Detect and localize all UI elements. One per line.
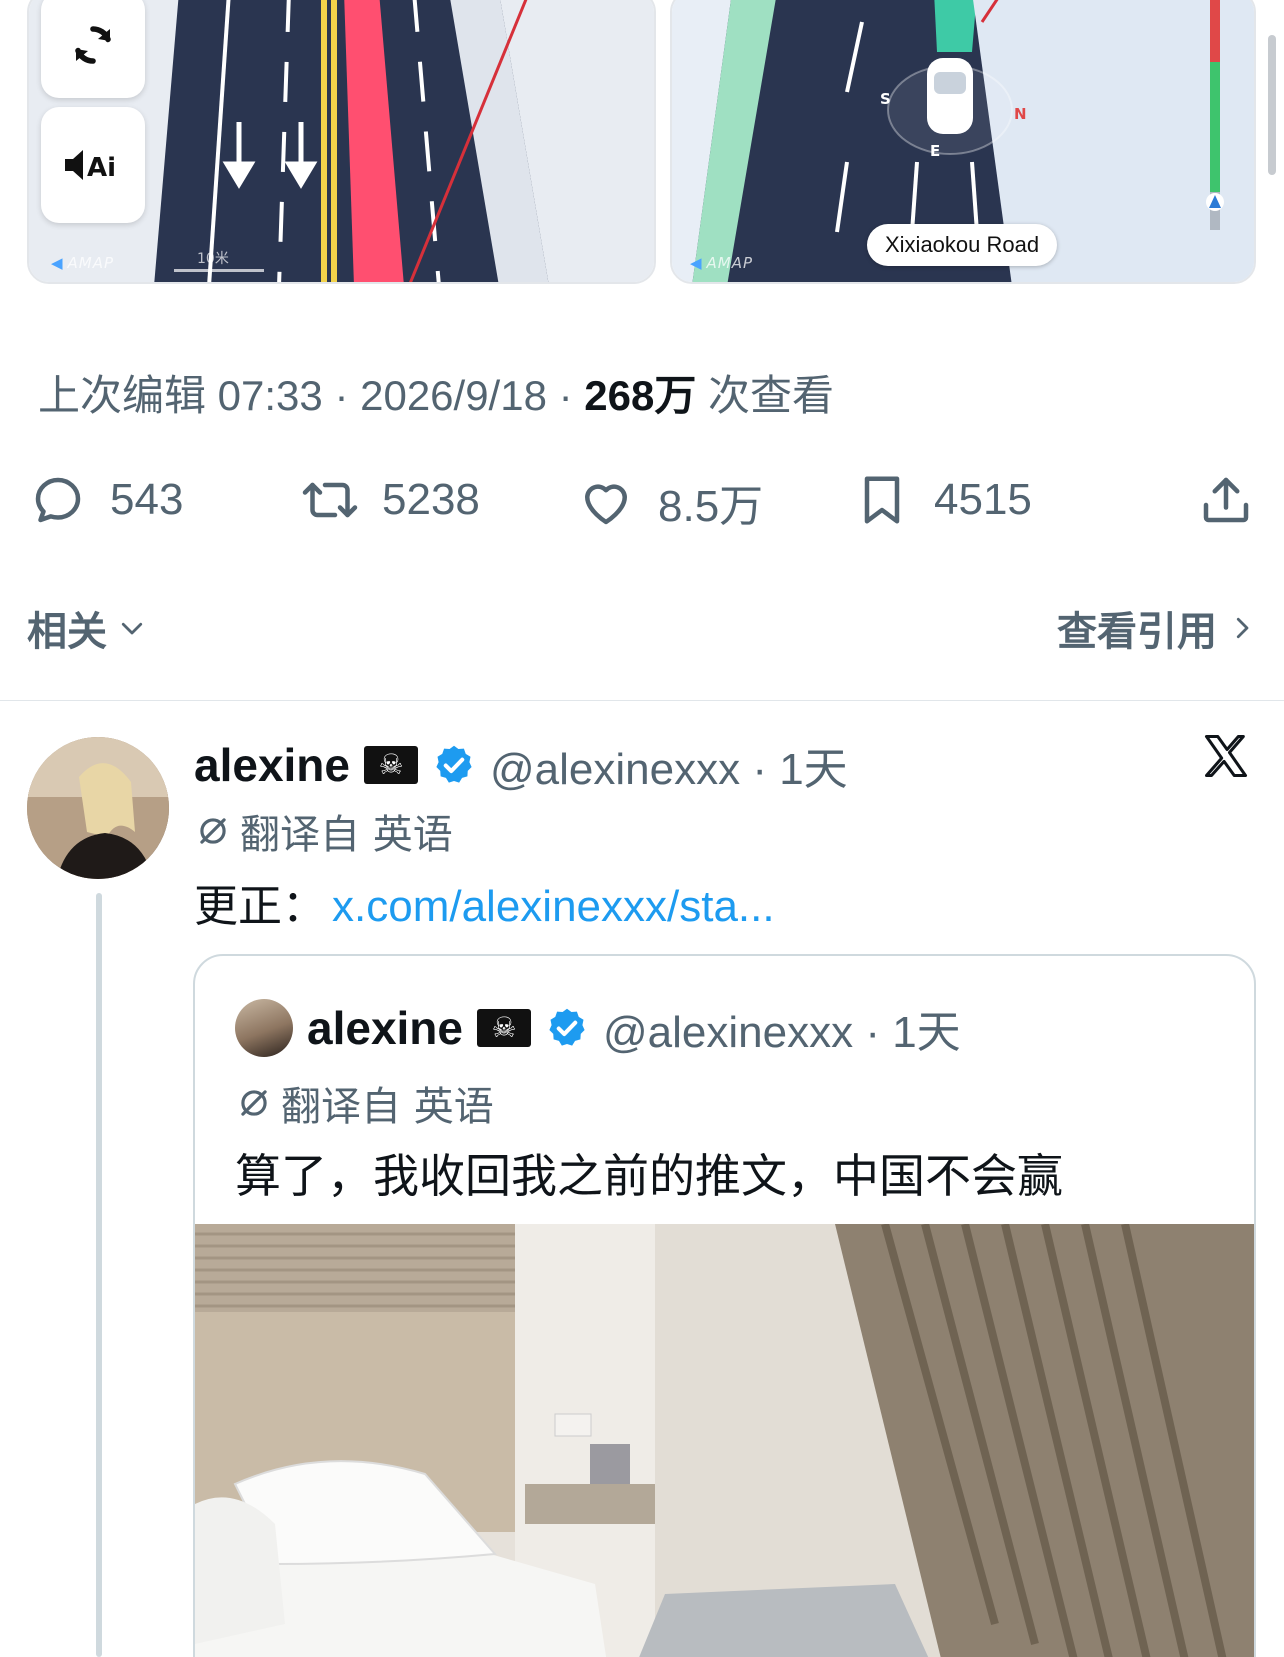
map-refresh-button[interactable]: [41, 0, 145, 98]
like-count: 8.5万: [658, 482, 764, 531]
tweet-text-prefix: 更正：: [194, 881, 326, 932]
reply-button[interactable]: 543: [28, 470, 183, 530]
retweet-count: 5238: [382, 475, 480, 524]
reply-icon: [35, 477, 81, 523]
map-scale-label: 10米: [197, 251, 229, 267]
retweet-icon: [302, 482, 358, 518]
map-panel-right: S N E ◀ AMAP Xixiaokou Road: [670, 0, 1256, 284]
bookmark-count: 4515: [934, 475, 1032, 524]
quoted-translated-text: 翻译自 英语: [281, 1084, 494, 1130]
thread-line: [96, 893, 102, 1657]
refresh-icon: [75, 26, 111, 64]
translate-icon: [200, 818, 226, 844]
scrollbar[interactable]: [1268, 35, 1276, 175]
edited-timestamp[interactable]: 上次编辑 07:33 · 2026/9/18 ·: [38, 372, 573, 419]
svg-text:Ai: Ai: [87, 153, 116, 183]
bookmark-button[interactable]: 4515: [852, 470, 1032, 530]
quoted-display-name: alexine: [307, 1002, 463, 1054]
translated-text: 翻译自 英语: [240, 812, 453, 858]
display-name[interactable]: alexine: [194, 738, 350, 792]
chevron-right-icon: [1236, 617, 1249, 639]
avatar[interactable]: [27, 737, 169, 879]
quoted-handle-and-time: @alexinexxx · 1天: [603, 1008, 961, 1057]
handle-and-time[interactable]: @alexinexxx · 1天: [490, 733, 848, 797]
reply-count: 543: [110, 475, 184, 524]
views-suffix: 次查看: [708, 372, 835, 419]
views-count: 268万: [584, 372, 697, 419]
map-panel-left: Ai ◀ AMAP 10米: [27, 0, 656, 284]
quoted-translated-label[interactable]: 翻译自 英语: [235, 1074, 494, 1132]
quoted-avatar: [235, 999, 293, 1057]
quoted-tweet-text: 算了，我收回我之前的推文，中国不会赢: [235, 1149, 1063, 1203]
amap-logo: ◀ AMAP: [51, 254, 115, 272]
related-label: 相关: [27, 609, 107, 655]
tweet-meta: 上次编辑 07:33 · 2026/9/18 · 268万 次查看: [38, 362, 834, 423]
chevron-down-icon: [121, 622, 143, 635]
voice-ai-icon: Ai: [65, 150, 116, 183]
compass-n: N: [1014, 105, 1027, 123]
view-quotes-label: 查看引用: [1057, 609, 1217, 655]
like-button[interactable]: 8.5万: [576, 470, 763, 534]
quoted-tweet-header: alexine ☠ @alexinexxx · 1天: [235, 996, 961, 1060]
translated-label[interactable]: 翻译自 英语: [194, 802, 453, 860]
translate-icon: [241, 1090, 267, 1116]
related-dropdown[interactable]: 相关: [27, 599, 147, 657]
retweet-button[interactable]: 5238: [300, 470, 480, 530]
road-name-pill: Xixiaokou Road: [867, 224, 1058, 266]
tweet-link[interactable]: x.com/alexinexxx/sta...: [332, 882, 775, 931]
compass-e: E: [930, 142, 940, 160]
quoted-tweet-photo[interactable]: [195, 1224, 1256, 1657]
map-scale-bar: [174, 269, 264, 272]
pirate-flag-icon: ☠: [364, 746, 418, 784]
divider: [0, 700, 1284, 701]
quoted-tweet-card[interactable]: alexine ☠ @alexinexxx · 1天 翻译自 英语 算了，我收回…: [193, 954, 1256, 1657]
avatar-photo: [27, 737, 169, 879]
bookmark-icon: [864, 476, 900, 524]
x-logo-icon[interactable]: [1200, 730, 1252, 782]
amap-logo: ◀ AMAP: [690, 254, 754, 272]
compass-s: S: [880, 90, 891, 108]
share-button[interactable]: [1196, 470, 1256, 530]
like-icon: [585, 484, 627, 525]
share-icon: [1203, 477, 1249, 523]
verified-icon: [436, 745, 472, 783]
map-voice-ai-button[interactable]: Ai: [41, 107, 145, 223]
related-row: 相关 查看引用: [27, 600, 1257, 656]
reply-tweet-text: 更正： x.com/alexinexxx/sta...: [194, 870, 775, 934]
verified-icon: [549, 1008, 585, 1046]
reply-tweet-header: alexine ☠ @alexinexxx · 1天: [194, 733, 848, 797]
action-bar: 543 5238 8.5万 4515: [28, 470, 1260, 531]
pirate-flag-icon: ☠: [477, 1009, 531, 1047]
view-quotes-link[interactable]: 查看引用: [1057, 599, 1257, 657]
